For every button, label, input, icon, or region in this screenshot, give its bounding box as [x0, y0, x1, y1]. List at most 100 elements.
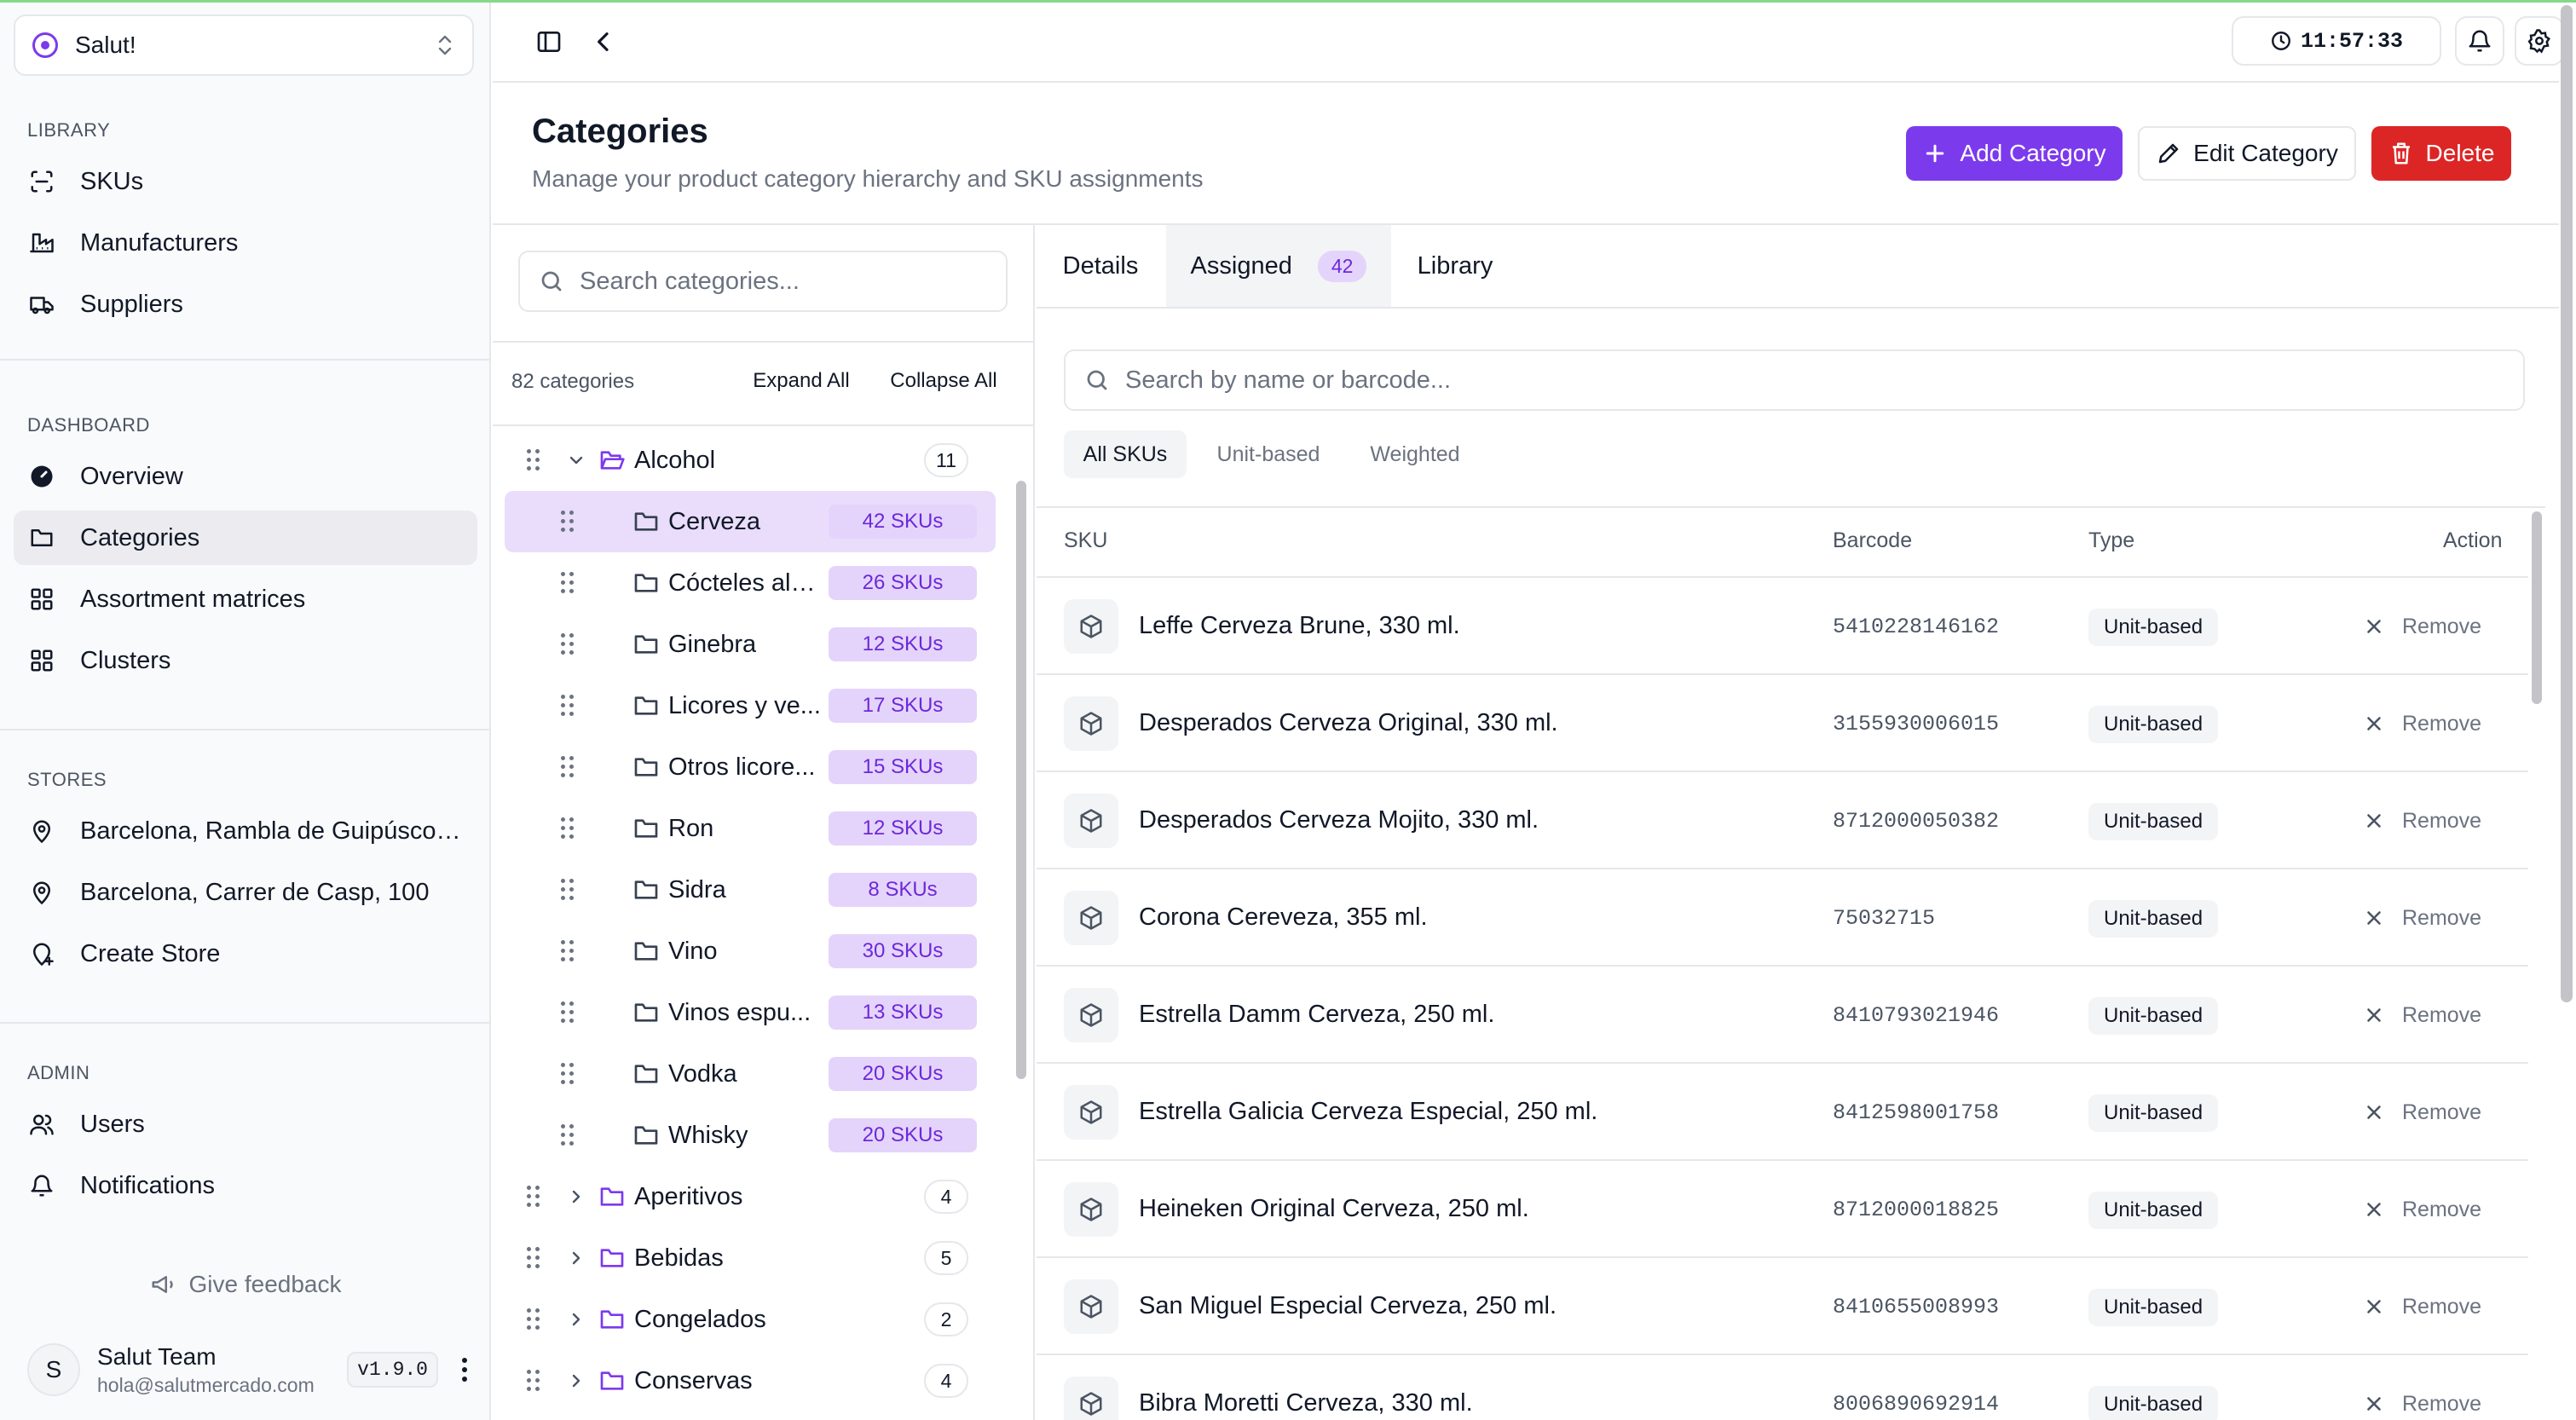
remove-button[interactable]: Remove — [2363, 704, 2481, 743]
remove-label: Remove — [2402, 905, 2482, 930]
tree-row-alcohol[interactable]: Alcohol 11 — [493, 430, 1021, 491]
collapse-all-button[interactable]: Collapse All — [875, 360, 1013, 402]
chevron-right-icon[interactable] — [564, 1185, 588, 1209]
remove-button[interactable]: Remove — [2363, 607, 2481, 646]
sidebar-item-create-store[interactable]: Create Store — [14, 926, 477, 981]
table-row[interactable]: San Miguel Especial Cerveza, 250 ml. 8410… — [1037, 1258, 2528, 1355]
tab-details[interactable]: Details — [1037, 225, 1164, 307]
grid-icon — [27, 646, 56, 675]
add-category-button[interactable]: Add Category — [1906, 126, 2123, 181]
sidebar-item-suppliers[interactable]: Suppliers — [14, 277, 477, 332]
sidebar-item-notifications[interactable]: Notifications — [14, 1158, 477, 1213]
sku-barcode: 8412598001758 — [1833, 1100, 2000, 1125]
chevron-right-icon[interactable] — [564, 1369, 588, 1393]
drag-handle-icon[interactable] — [527, 449, 540, 471]
tree-row-child[interactable]: Cerveza 42 SKUs — [493, 491, 1021, 552]
settings-button[interactable] — [2515, 16, 2564, 66]
page-scrollbar[interactable] — [2561, 5, 2573, 1002]
table-row[interactable]: Heineken Original Cerveza, 250 ml. 871200… — [1037, 1161, 2528, 1258]
tree-row-child[interactable]: Vino 30 SKUs — [493, 921, 1021, 982]
tree-row-child[interactable]: Sidra 8 SKUs — [493, 859, 1021, 921]
sidebar-item-assortment-matrices[interactable]: Assortment matrices — [14, 572, 477, 626]
drag-handle-icon[interactable] — [561, 511, 575, 533]
drag-handle-icon[interactable] — [561, 1063, 575, 1085]
table-row[interactable]: Corona Cereveza, 355 ml. 75032715 Unit-bas… — [1037, 869, 2528, 967]
give-feedback-button[interactable]: Give feedback — [14, 1257, 477, 1312]
sidebar-item-manufacturers[interactable]: Manufacturers — [14, 216, 477, 270]
table-row[interactable]: Estrella Damm Cerveza, 250 ml. 8410793021… — [1037, 967, 2528, 1064]
sidebar-item-categories[interactable]: Categories — [14, 511, 477, 565]
org-switcher[interactable]: Salut! — [14, 14, 474, 76]
table-row[interactable]: Desperados Cerveza Original, 330 ml. 3155… — [1037, 675, 2528, 772]
sidebar-item-store-rambla[interactable]: Barcelona, Rambla de Guipúscoa,... — [14, 804, 477, 858]
category-search-input[interactable]: Search categories... — [518, 251, 1008, 312]
table-row[interactable]: Bibra Moretti Cerveza, 330 ml. 8006890692… — [1037, 1355, 2528, 1420]
more-vertical-icon[interactable] — [452, 1353, 477, 1387]
sidebar-item-clusters[interactable]: Clusters — [14, 633, 477, 688]
edit-category-button[interactable]: Edit Category — [2138, 126, 2356, 181]
remove-button[interactable]: Remove — [2363, 898, 2481, 938]
sidebar-item-store-casp[interactable]: Barcelona, Carrer de Casp, 100 — [14, 865, 477, 920]
drag-handle-icon[interactable] — [561, 695, 575, 717]
tree-row-root[interactable]: Bebidas 5 — [493, 1227, 1021, 1289]
chevron-right-icon[interactable] — [564, 1246, 588, 1270]
sidebar-dashboard-section: DASHBOARD Overview Categories Assortment… — [14, 408, 477, 688]
drag-handle-icon[interactable] — [561, 817, 575, 840]
sidebar-item-overview[interactable]: Overview — [14, 449, 477, 504]
tree-row-child[interactable]: Whisky 20 SKUs — [493, 1105, 1021, 1166]
drag-handle-icon[interactable] — [561, 879, 575, 901]
drag-handle-icon[interactable] — [561, 1002, 575, 1024]
tree-row-child[interactable]: Cócteles alc... 26 SKUs — [493, 552, 1021, 614]
remove-button[interactable]: Remove — [2363, 1190, 2481, 1229]
close-icon — [2367, 1203, 2381, 1216]
tab-assigned[interactable]: Assigned 42 — [1166, 225, 1391, 307]
sidebar-item-users[interactable]: Users — [14, 1097, 477, 1152]
tree-row-child[interactable]: Ginebra 12 SKUs — [493, 614, 1021, 675]
sidebar-item-skus[interactable]: SKUs — [14, 154, 477, 209]
drag-handle-icon[interactable] — [527, 1247, 540, 1269]
notifications-button[interactable] — [2455, 16, 2504, 66]
sku-search-input[interactable]: Search by name or barcode... — [1064, 349, 2525, 411]
table-row[interactable]: Estrella Galicia Cerveza Especial, 250 m… — [1037, 1064, 2528, 1161]
delete-button[interactable]: Delete — [2371, 126, 2511, 181]
tree-row-child[interactable]: Vodka 20 SKUs — [493, 1043, 1021, 1105]
expand-all-button[interactable]: Expand All — [742, 360, 861, 402]
tree-row-child[interactable]: Vinos espu... 13 SKUs — [493, 982, 1021, 1043]
drag-handle-icon[interactable] — [527, 1186, 540, 1208]
filter-weighted[interactable]: Weighted — [1355, 430, 1475, 478]
tree-row-child[interactable]: Licores y ve... 17 SKUs — [493, 675, 1021, 736]
table-row[interactable]: Desperados Cerveza Mojito, 330 ml. 871200… — [1037, 772, 2528, 869]
remove-button[interactable]: Remove — [2363, 801, 2481, 840]
remove-button[interactable]: Remove — [2363, 1093, 2481, 1132]
drag-handle-icon[interactable] — [561, 940, 575, 962]
remove-button[interactable]: Remove — [2363, 996, 2481, 1035]
tree-row-label: Vino — [668, 937, 718, 965]
table-scrollbar[interactable] — [2532, 511, 2542, 704]
folder-icon — [634, 1065, 658, 1083]
panel-left-icon — [537, 32, 561, 52]
tree-row-root[interactable]: Congelados 2 — [493, 1289, 1021, 1350]
tree-row-root[interactable]: Conservas 4 — [493, 1350, 1021, 1411]
back-button[interactable] — [583, 21, 624, 62]
drag-handle-icon[interactable] — [561, 572, 575, 594]
table-row[interactable]: Leffe Cerveza Brune, 330 ml. 541022814616… — [1037, 578, 2528, 675]
user-menu[interactable]: S Salut Team hola@salutmercado.com v1.9.… — [14, 1336, 477, 1404]
remove-button[interactable]: Remove — [2363, 1287, 2481, 1326]
remove-button[interactable]: Remove — [2363, 1384, 2481, 1420]
chevron-down-icon[interactable] — [564, 448, 588, 472]
sku-barcode: 8410655008993 — [1833, 1295, 2000, 1319]
tree-scrollbar[interactable] — [1016, 481, 1026, 1079]
filter-all-skus[interactable]: All SKUs — [1064, 430, 1187, 478]
drag-handle-icon[interactable] — [561, 756, 575, 778]
drag-handle-icon[interactable] — [561, 633, 575, 655]
tab-library[interactable]: Library — [1391, 225, 1519, 307]
chevron-right-icon[interactable] — [564, 1307, 588, 1331]
drag-handle-icon[interactable] — [527, 1308, 540, 1331]
tree-row-child[interactable]: Ron 12 SKUs — [493, 798, 1021, 859]
drag-handle-icon[interactable] — [527, 1370, 540, 1392]
tree-row-child[interactable]: Otros licore... 15 SKUs — [493, 736, 1021, 798]
tree-row-root[interactable]: Aperitivos 4 — [493, 1166, 1021, 1227]
filter-unit-based[interactable]: Unit-based — [1202, 430, 1335, 478]
drag-handle-icon[interactable] — [561, 1124, 575, 1146]
toggle-sidebar-button[interactable] — [528, 21, 569, 62]
